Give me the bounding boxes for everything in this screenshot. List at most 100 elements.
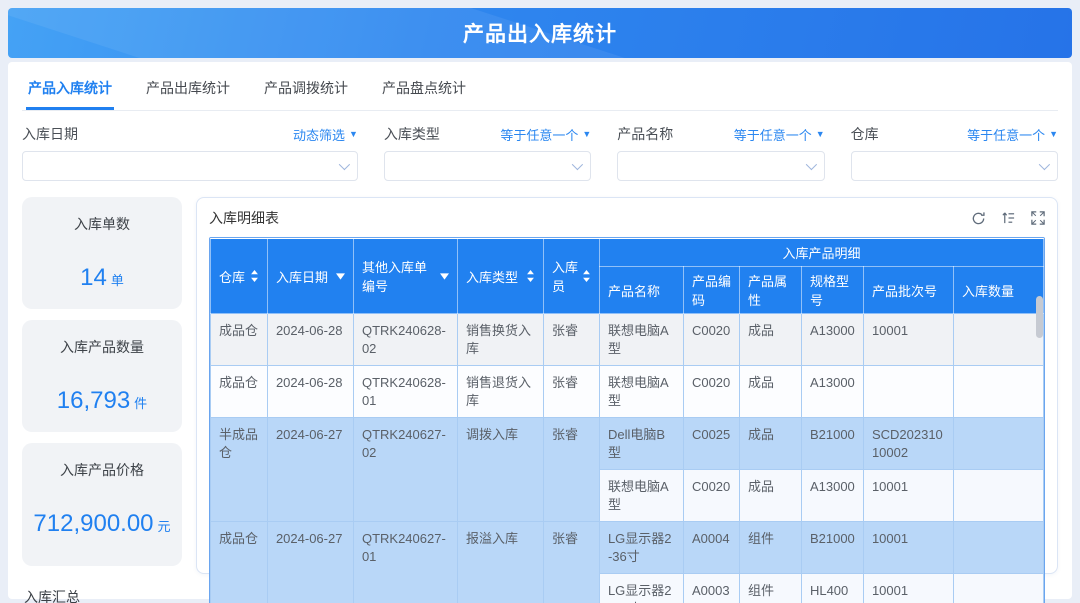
page-banner: 产品出入库统计 [8,8,1072,58]
cell-product-batch: 10001 [863,574,953,603]
filter-group-2: 产品名称 等于任意一个▼ [617,124,824,181]
chevron-down-icon [805,159,816,170]
cell-warehouse: 成品仓 [210,366,267,418]
row-height-icon[interactable] [1001,211,1016,225]
stat-card-2: 入库产品价格 712,900.00元 [22,443,182,566]
cell-order_no: QTRK240628-01 [353,366,457,418]
product-col-header-0[interactable]: 产品名称 [599,267,683,314]
stat-label: 入库单数 [22,214,182,234]
stat-unit: 单 [111,273,124,288]
filter-select[interactable] [617,151,824,181]
product-col-header-4[interactable]: 产品批次号 [863,267,953,314]
cell-warehouse: 半成品仓 [210,418,267,522]
stat-card-0: 入库单数 14单 [22,197,182,309]
tab-0[interactable]: 产品入库统计 [26,68,114,110]
table-title: 入库明细表 [209,208,279,228]
filter-operator-button[interactable]: 动态筛选▼ [293,125,358,144]
cell-product-code: A0004 [683,522,739,574]
cell-product-name: LG显示器2-36寸 [599,522,683,574]
filter-label: 仓库 [851,124,879,144]
table-row: 成品仓2024-06-28QTRK240628-02销售换货入库张睿联想电脑A型… [210,314,1043,366]
filter-operator-button[interactable]: 等于任意一个▼ [734,125,825,144]
cell-product-name: 联想电脑A型 [599,314,683,366]
refresh-icon[interactable] [971,211,986,226]
tab-2[interactable]: 产品调拨统计 [262,68,350,110]
cell-product-batch: 10001 [863,470,953,522]
col-header-3[interactable]: 入库类型 [457,239,543,314]
stat-label: 入库产品价格 [22,460,182,480]
cell-product-qty [953,470,1043,522]
caret-down-icon: ▼ [582,129,591,139]
table-panel: 入库明细表 仓库入库日期其他入库单编号入库类型入库员入库产品明细产品名称产品编码… [196,197,1058,574]
stat-value: 14单 [22,264,182,292]
cell-operator: 张睿 [543,366,599,418]
cell-product-batch: 10001 [863,522,953,574]
cell-product-name: Dell电脑B型 [599,418,683,470]
stat-value: 712,900.00元 [22,510,182,538]
table-panel-header: 入库明细表 [209,208,1045,228]
cell-product-batch: 10001 [863,314,953,366]
sort-icon[interactable] [582,270,591,282]
col-header-0[interactable]: 仓库 [210,239,267,314]
col-header-2[interactable]: 其他入库单编号 [353,239,457,314]
table-row: 半成品仓2024-06-27QTRK240627-02调拨入库张睿Dell电脑B… [210,418,1043,470]
cell-product-code: C0025 [683,418,739,470]
chevron-down-icon [1039,159,1050,170]
tab-bar: 产品入库统计产品出库统计产品调拨统计产品盘点统计 [22,68,1058,111]
tab-1[interactable]: 产品出库统计 [144,68,232,110]
vertical-scrollbar[interactable] [1036,296,1043,338]
cell-type: 报溢入库 [457,522,543,603]
table-row: 成品仓2024-06-27QTRK240627-01报溢入库张睿LG显示器2-3… [210,522,1043,574]
cell-product-attr: 成品 [739,470,801,522]
cell-product-attr: 成品 [739,366,801,418]
sort-icon[interactable] [526,270,535,282]
filter-select[interactable] [384,151,591,181]
col-header-4[interactable]: 入库员 [543,239,599,314]
cell-product-name: LG显示器2-27寸 [599,574,683,603]
cell-product-qty [953,366,1043,418]
caret-down-icon[interactable] [440,273,449,280]
col-header-1[interactable]: 入库日期 [267,239,353,314]
filter-label: 入库日期 [22,124,78,144]
cell-warehouse: 成品仓 [210,522,267,603]
cell-type: 销售换货入库 [457,314,543,366]
filter-group-0: 入库日期 动态筛选▼ [22,124,358,181]
cell-operator: 张睿 [543,314,599,366]
cell-operator: 张睿 [543,522,599,603]
filter-operator-button[interactable]: 等于任意一个▼ [967,125,1058,144]
stat-value: 16,793件 [22,387,182,415]
page: 产品出入库统计 产品入库统计产品出库统计产品调拨统计产品盘点统计 入库日期 动态筛… [0,0,1080,603]
filter-select[interactable] [22,151,358,181]
stat-label: 入库产品数量 [22,337,182,357]
inbound-detail-table: 仓库入库日期其他入库单编号入库类型入库员入库产品明细产品名称产品编码产品属性规格… [210,238,1044,603]
cell-product-batch [863,366,953,418]
filter-label: 产品名称 [617,124,673,144]
filter-operator-button[interactable]: 等于任意一个▼ [500,125,591,144]
sort-icon[interactable] [250,270,259,282]
cell-type: 销售退货入库 [457,366,543,418]
cell-date: 2024-06-28 [267,314,353,366]
stat-unit: 件 [134,396,147,411]
stats-column: 入库单数 14单入库产品数量 16,793件入库产品价格 712,900.00元 [22,197,182,574]
product-col-header-5[interactable]: 入库数量 [953,267,1043,314]
filter-select[interactable] [851,151,1058,181]
caret-down-icon: ▼ [816,129,825,139]
content-card: 产品入库统计产品出库统计产品调拨统计产品盘点统计 入库日期 动态筛选▼ 入库类型 等于… [8,62,1072,599]
cell-product-name: 联想电脑A型 [599,470,683,522]
tab-3[interactable]: 产品盘点统计 [380,68,468,110]
cell-product-spec: B21000 [801,522,863,574]
product-col-header-1[interactable]: 产品编码 [683,267,739,314]
caret-down-icon[interactable] [336,273,345,280]
cell-type: 调拨入库 [457,418,543,522]
cell-product-attr: 成品 [739,418,801,470]
cell-product-code: C0020 [683,314,739,366]
caret-down-icon: ▼ [1049,129,1058,139]
product-col-header-2[interactable]: 产品属性 [739,267,801,314]
filter-label: 入库类型 [384,124,440,144]
cell-product-code: C0020 [683,366,739,418]
cell-product-batch: SCD20231010002 [863,418,953,470]
stat-unit: 元 [158,519,171,534]
cell-product-attr: 组件 [739,522,801,574]
fullscreen-icon[interactable] [1031,211,1045,225]
product-col-header-3[interactable]: 规格型号 [801,267,863,314]
